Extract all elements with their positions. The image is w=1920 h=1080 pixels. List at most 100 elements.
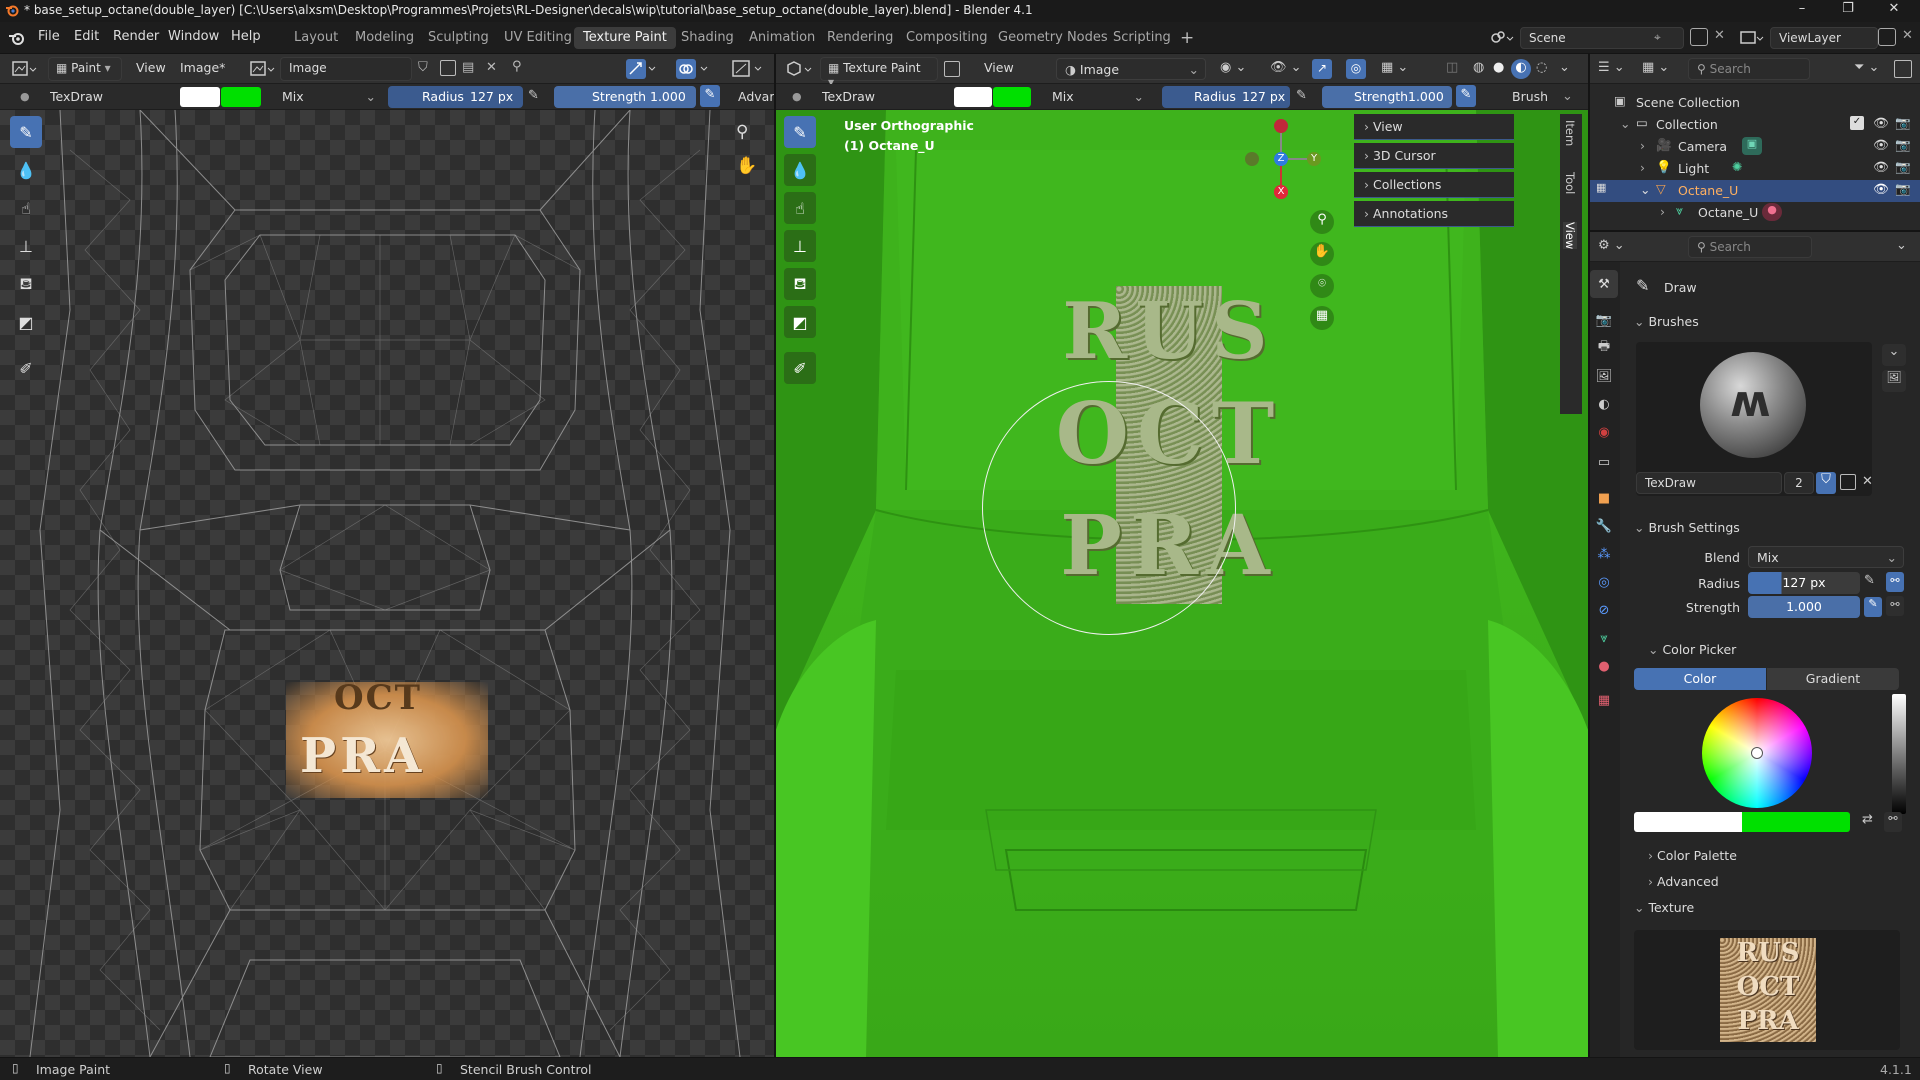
unified-color-icon[interactable]: ⚯ [1884, 812, 1902, 832]
tab-shading[interactable]: Shading [672, 27, 743, 49]
mask-toggle-icon[interactable] [944, 61, 960, 77]
expand-camera-icon[interactable]: › [1640, 138, 1645, 153]
outliner-type-icon[interactable]: ☰ ⌄ [1598, 60, 1625, 75]
color-wheel[interactable] [1702, 698, 1812, 808]
collection-tab-icon[interactable]: ▭ [1590, 448, 1618, 476]
light-render-icon[interactable]: 📷 [1895, 159, 1911, 175]
delete-viewlayer-icon[interactable]: ✕ [1902, 28, 1913, 43]
blend-dropdown[interactable]: Mix ⌄ [1748, 546, 1904, 568]
particles-tab-icon[interactable]: ⁂ [1590, 540, 1618, 568]
material-tab-icon[interactable]: ● [1590, 652, 1618, 680]
expand-mesh-icon[interactable]: › [1660, 204, 1665, 219]
unlink-image-icon[interactable]: ✕ [486, 60, 497, 75]
tab-uv-editing[interactable]: UV Editing [495, 27, 581, 49]
strength-pressure-icon[interactable]: ✎ [700, 85, 720, 107]
camera-render-icon[interactable]: 📷 [1895, 137, 1911, 153]
texture-preview[interactable]: RUS OCT PRA [1634, 930, 1900, 1050]
viewport-strength-slider[interactable]: Strength 1.000 [1322, 86, 1452, 108]
fake-user-shield-icon[interactable]: ⛉ [418, 60, 428, 75]
camera-eye-icon[interactable]: 👁 [1873, 137, 1889, 153]
viewport-gizmo-toggle-icon[interactable]: ↗ [1312, 59, 1332, 79]
vp-mask-tool-button[interactable]: ◩ [784, 306, 816, 338]
tab-layout[interactable]: Layout [285, 27, 347, 49]
outliner-row-collection[interactable]: ⌄ ▭ Collection ✓ 👁 📷 [1590, 114, 1920, 136]
viewport-image-dropdown[interactable]: ◑ Image ⌄ [1056, 58, 1206, 80]
new-collection-icon[interactable] [1894, 60, 1912, 78]
vp-clone-tool-button[interactable]: ⊥ [784, 230, 816, 262]
close-window-button[interactable]: ✕ [1872, 1, 1916, 21]
npanel-collections[interactable]: › Collections [1354, 172, 1514, 198]
color-mode-tab[interactable]: Color [1634, 668, 1766, 690]
object-tab-icon[interactable]: ■ [1590, 484, 1618, 512]
solid-shading-icon[interactable]: ● [1493, 60, 1504, 75]
gizmo-x-axis[interactable]: X [1274, 185, 1288, 199]
physics-tab-icon[interactable]: ◎ [1590, 568, 1618, 596]
viewport-pan-icon[interactable]: ✋ [1310, 242, 1334, 266]
npanel-view[interactable]: › View [1354, 114, 1514, 140]
new-scene-icon[interactable] [1690, 28, 1708, 46]
viewport-blend-dropdown[interactable]: Mix ⌄ [1044, 86, 1150, 108]
secondary-color-swatch[interactable] [221, 87, 261, 107]
npanel-annotations[interactable]: › Annotations [1354, 201, 1514, 227]
tab-view[interactable]: View [1563, 222, 1577, 250]
outliner-row-octane-object[interactable]: ▦ ⌄ ▽ Octane_U 👁 📷 [1590, 180, 1920, 202]
vp-fill-tool-button[interactable]: ⛾ [784, 268, 816, 300]
tab-item[interactable]: Item [1563, 120, 1577, 146]
properties-options-icon[interactable]: ⌄ [1896, 238, 1907, 253]
viewport-primary-color[interactable] [954, 87, 992, 107]
menu-render[interactable]: Render [113, 29, 159, 44]
camera-view-icon[interactable]: ⌾ [1310, 274, 1334, 298]
viewport-secondary-color[interactable] [993, 87, 1031, 107]
color-palette-header[interactable]: › Color Palette [1648, 848, 1737, 863]
collection-eye-icon[interactable]: 👁 [1873, 115, 1889, 131]
image-radius-slider[interactable]: Radius 127 px [388, 86, 523, 108]
filter-icon[interactable]: ⏷ ⌄ [1854, 60, 1879, 75]
add-workspace-icon[interactable]: + [1180, 28, 1194, 48]
editor-type-icon[interactable] [12, 60, 38, 82]
image-canvas[interactable]: OCT PRA [0, 110, 774, 1057]
viewport-radius-pressure-icon[interactable]: ✎ [1296, 88, 1307, 103]
blender-menu-icon[interactable] [8, 30, 26, 50]
annotate-tool-button[interactable]: ✐ [10, 352, 42, 384]
draw-tool-button[interactable]: ✎ [10, 116, 42, 148]
outliner-row-camera[interactable]: › 🎥 Camera ▣ 👁 📷 [1590, 136, 1920, 158]
radius-unified-icon[interactable]: ⚯ [1886, 572, 1904, 592]
gizmo-toggle-icon[interactable] [732, 59, 768, 79]
viewport-strength-pressure-icon[interactable]: ✎ [1456, 85, 1476, 107]
tab-texture-paint[interactable]: Texture Paint [574, 27, 676, 49]
tab-animation[interactable]: Animation [740, 27, 824, 49]
props-primary-color[interactable] [1634, 812, 1742, 832]
brush-name-field[interactable]: TexDraw [1636, 472, 1782, 494]
octane-eye-icon[interactable]: 👁 [1873, 181, 1889, 197]
fake-user-icon[interactable]: ⛉ [1816, 472, 1836, 494]
constraints-tab-icon[interactable]: ⊘ [1590, 596, 1618, 624]
viewport-brush-name[interactable]: TexDraw [822, 89, 942, 104]
toggle-xray-icon[interactable]: ◫ [1446, 60, 1458, 75]
menu-help[interactable]: Help [231, 29, 261, 44]
paint-mode-icon[interactable]: ▦ [1596, 181, 1606, 194]
image-menu[interactable]: Image* [180, 60, 225, 75]
delete-scene-icon[interactable]: ✕ [1714, 28, 1725, 43]
outliner-row-scene-collection[interactable]: ▣ Scene Collection [1590, 92, 1920, 114]
vp-draw-tool-button[interactable]: ✎ [784, 116, 816, 148]
vp-annotate-tool-button[interactable]: ✐ [784, 352, 816, 384]
image-name-field[interactable]: Image [280, 57, 412, 81]
ortho-grid-icon[interactable]: ▦ [1310, 306, 1334, 330]
view-layer-tab-icon[interactable]: 🖼 [1590, 362, 1618, 390]
zoom-icon[interactable]: ⚲ [736, 122, 748, 142]
light-eye-icon[interactable]: 👁 [1873, 159, 1889, 175]
clone-tool-button[interactable]: ⊥ [10, 230, 42, 262]
data-tab-icon[interactable]: ⩔ [1590, 624, 1618, 652]
radius-pressure-icon[interactable]: ✎ [528, 88, 539, 103]
brush-settings-header[interactable]: ⌄ Brush Settings [1634, 520, 1740, 535]
minimize-button[interactable]: – [1780, 1, 1824, 21]
exclude-checkbox[interactable]: ✓ [1850, 116, 1864, 130]
mask-tool-button[interactable]: ◩ [10, 306, 42, 338]
npanel-3d-cursor[interactable]: › 3D Cursor [1354, 143, 1514, 169]
collection-camera-icon[interactable]: 📷 [1895, 115, 1911, 131]
scene-selector-icon[interactable] [1488, 28, 1518, 50]
gradient-mode-tab[interactable]: Gradient [1767, 668, 1899, 690]
gizmo-z-axis[interactable]: Z [1274, 152, 1288, 166]
vp-smear-tool-button[interactable]: ☝ [784, 192, 816, 224]
image-browse-icon[interactable] [250, 60, 276, 82]
